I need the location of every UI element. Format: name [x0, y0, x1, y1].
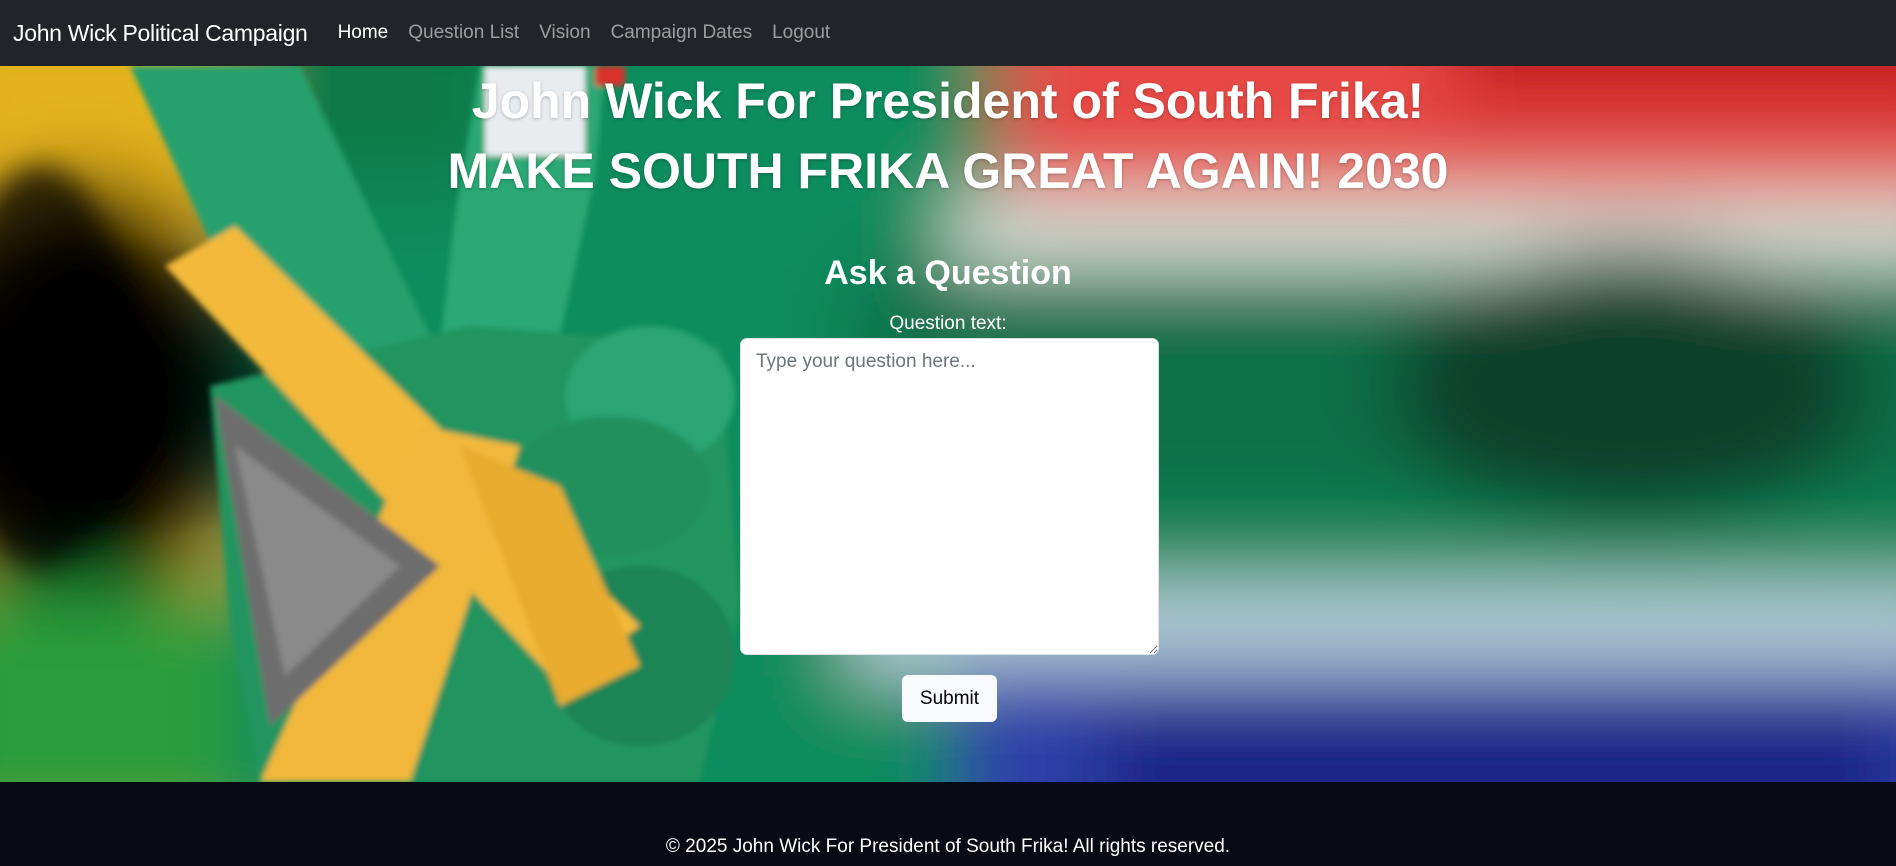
- nav-link-logout[interactable]: Logout: [772, 22, 830, 44]
- question-form-heading: Ask a Question: [824, 254, 1072, 292]
- footer-copyright: © 2025 John Wick For President of South …: [665, 836, 1231, 857]
- question-text-label: Question text:: [889, 313, 1007, 334]
- nav-link-question-list[interactable]: Question List: [408, 22, 519, 44]
- question-textarea[interactable]: [740, 338, 1159, 655]
- navbar-brand[interactable]: John Wick Political Campaign: [13, 20, 308, 47]
- main-content: John Wick For President of South Frika! …: [0, 66, 1896, 782]
- page-title: John Wick For President of South Frika!: [471, 73, 1425, 129]
- footer: © 2025 John Wick For President of South …: [0, 782, 1896, 866]
- submit-button[interactable]: Submit: [902, 675, 997, 722]
- nav-link-vision[interactable]: Vision: [539, 22, 590, 44]
- nav-link-campaign-dates[interactable]: Campaign Dates: [611, 22, 753, 44]
- nav-link-home[interactable]: Home: [338, 22, 389, 44]
- navbar: John Wick Political Campaign Home Questi…: [0, 0, 1896, 66]
- page-slogan: MAKE SOUTH FRIKA GREAT AGAIN! 2030: [447, 143, 1449, 199]
